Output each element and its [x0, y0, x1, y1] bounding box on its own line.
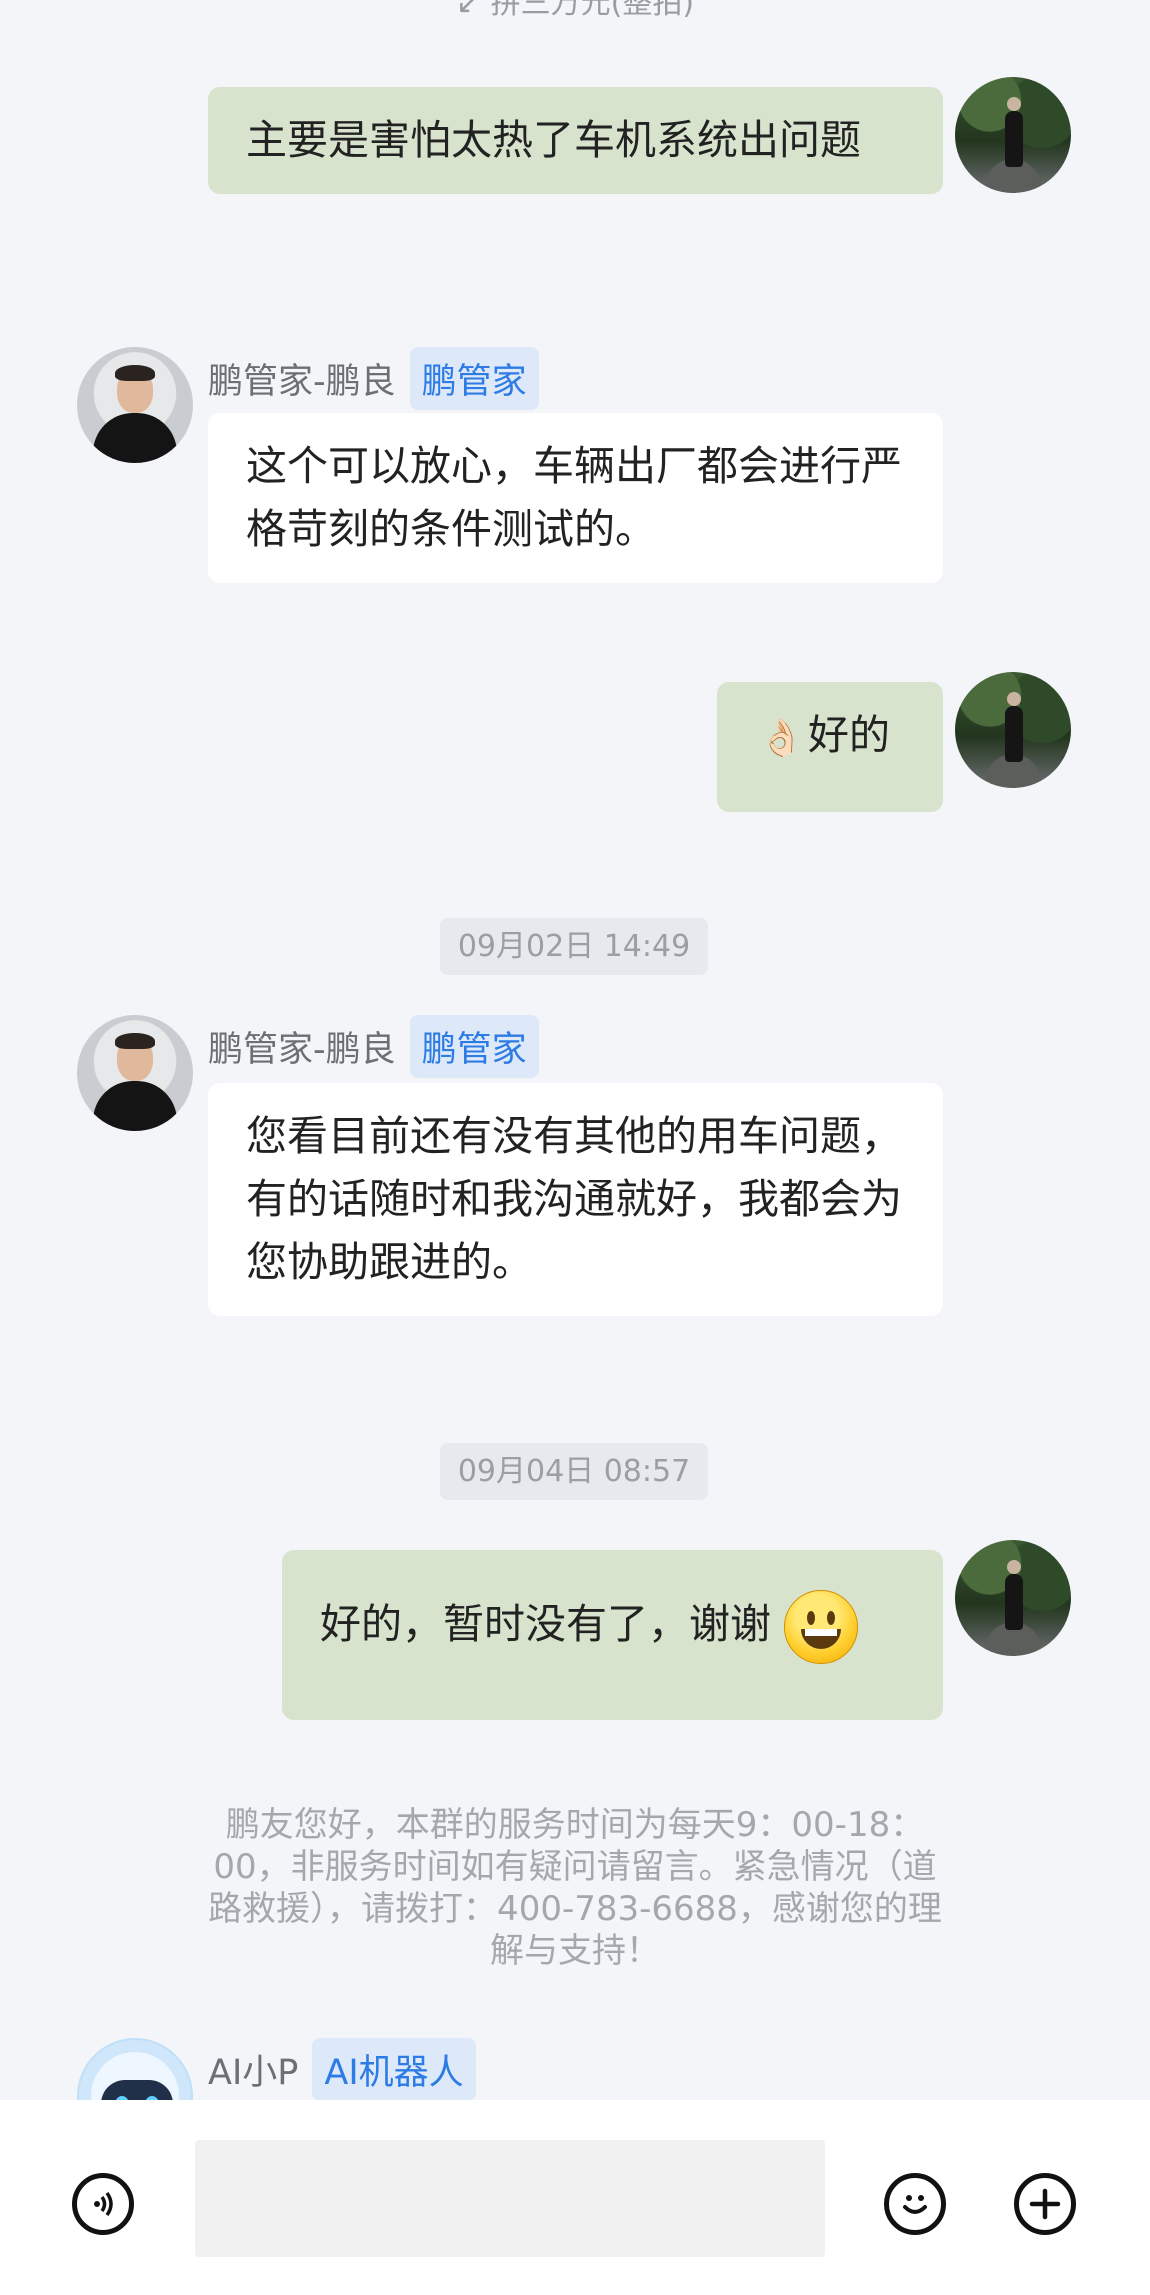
- role-badge: 鹏管家: [409, 1015, 539, 1078]
- emoji-icon[interactable]: [884, 2173, 946, 2235]
- role-badge: AI机器人: [312, 2038, 476, 2100]
- incoming-message[interactable]: 您看目前还有没有其他的用车问题，有的话随时和我沟通就好，我都会为您协助跟进的。: [208, 1083, 943, 1316]
- staff-avatar[interactable]: [77, 347, 193, 463]
- outgoing-message[interactable]: 好的，暂时没有了，谢谢: [282, 1550, 943, 1720]
- service-notice: 鹏友您好，本群的服务时间为每天9：00-18：00，非服务时间如有疑问请留言。紧…: [208, 1805, 942, 1971]
- message-text: 好的: [808, 711, 891, 759]
- message-text: 好的，暂时没有了，谢谢: [320, 1600, 771, 1648]
- user-avatar[interactable]: [955, 77, 1071, 193]
- input-toolbar: [0, 2100, 1150, 2295]
- ok-hand-icon: 👌🏻: [759, 717, 804, 759]
- plus-icon[interactable]: [1014, 2173, 1076, 2235]
- sender-name: 鹏管家-鹏良: [208, 362, 396, 402]
- outgoing-message[interactable]: 主要是害怕太热了车机系统出问题: [208, 87, 943, 194]
- sender-name: AI小P: [208, 2053, 299, 2093]
- sender-row: AI小P AI机器人: [208, 2038, 476, 2100]
- user-avatar[interactable]: [955, 1540, 1071, 1656]
- sender-row: 鹏管家-鹏良 鹏管家: [208, 347, 539, 410]
- incoming-message[interactable]: 这个可以放心，车辆出厂都会进行严格苛刻的条件测试的。: [208, 413, 943, 583]
- outgoing-message[interactable]: 👌🏻 好的: [717, 682, 943, 812]
- staff-avatar[interactable]: [77, 1015, 193, 1131]
- message-input[interactable]: [195, 2140, 825, 2257]
- sender-row: 鹏管家-鹏良 鹏管家: [208, 1015, 539, 1078]
- ai-robot-avatar[interactable]: [77, 2038, 193, 2100]
- cut-off-text: ↙ 拼三万元(整拍): [455, 0, 695, 21]
- sender-name: 鹏管家-鹏良: [208, 1030, 396, 1070]
- user-avatar[interactable]: [955, 672, 1071, 788]
- smiley-icon: [784, 1590, 859, 1664]
- chat-area[interactable]: ↙ 拼三万元(整拍) 主要是害怕太热了车机系统出问题 鹏管家-鹏良 鹏管家 这个…: [0, 0, 1150, 2100]
- timestamp: 09月02日 14:49: [440, 918, 708, 975]
- role-badge: 鹏管家: [409, 347, 539, 410]
- timestamp: 09月04日 08:57: [440, 1443, 708, 1500]
- voice-icon[interactable]: [72, 2173, 134, 2235]
